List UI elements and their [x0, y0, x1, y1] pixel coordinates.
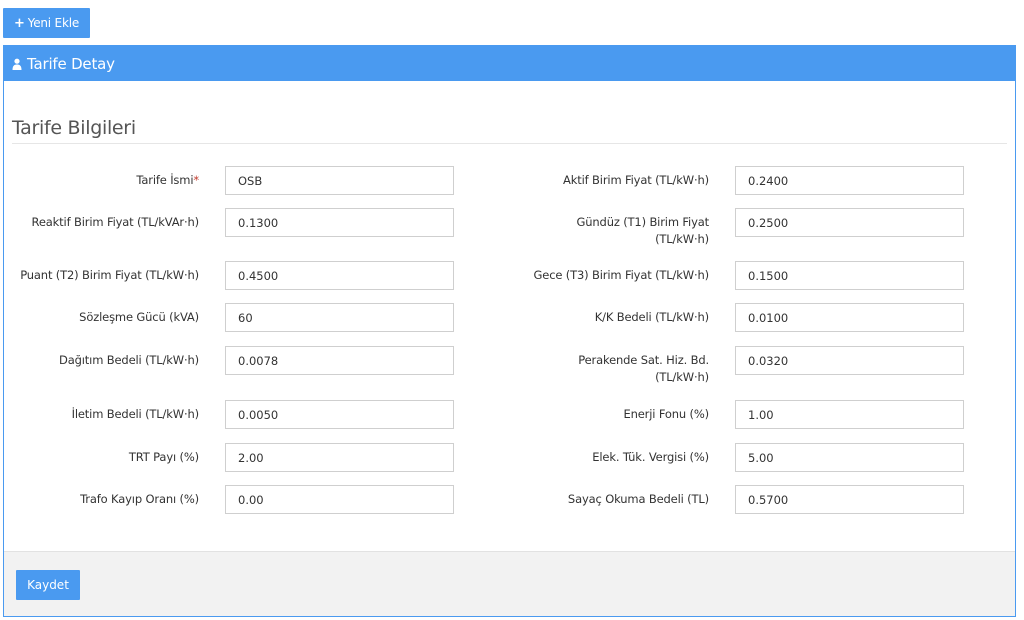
- section-divider: [12, 143, 1007, 144]
- contract-power-label: Sözleşme Gücü (kVA): [79, 310, 199, 324]
- kk-fee-label: K/K Bedeli (TL/kW·h): [594, 310, 709, 324]
- transformer-loss-label: Trafo Kayıp Oranı (%): [80, 492, 199, 506]
- retail-service-fee-input[interactable]: [735, 346, 964, 375]
- night-t3-price-label: Gece (T3) Birim Fiyat (TL/kW·h): [533, 268, 710, 282]
- meter-reading-fee-label: Sayaç Okuma Bedeli (TL): [567, 492, 709, 506]
- reactive-unit-price-input[interactable]: [225, 208, 454, 237]
- reactive-unit-price-label: Reaktif Birim Fiyat (TL/kVAr·h): [31, 215, 200, 229]
- panel-title: Tarife Detay: [27, 54, 115, 73]
- meter-reading-fee-input[interactable]: [735, 485, 964, 514]
- night-t3-price-input[interactable]: [735, 261, 964, 290]
- daytime-t1-price-label: Gündüz (T1) Birim Fiyat (TL/kW·h): [576, 215, 710, 246]
- panel-footer: Kaydet: [4, 551, 1015, 616]
- new-add-button[interactable]: + Yeni Ekle: [3, 8, 90, 38]
- active-unit-price-input[interactable]: [735, 166, 964, 195]
- panel-header: Tarife Detay: [4, 46, 1015, 81]
- save-button[interactable]: Kaydet: [16, 570, 80, 600]
- distribution-fee-label: Dağıtım Bedeli (TL/kW·h): [59, 353, 199, 367]
- energy-fund-input[interactable]: [735, 400, 964, 429]
- transmission-fee-input[interactable]: [225, 400, 454, 429]
- energy-fund-label: Enerji Fonu (%): [623, 407, 709, 421]
- contract-power-input[interactable]: [225, 303, 454, 332]
- active-unit-price-label: Aktif Birim Fiyat (TL/kW·h): [563, 173, 709, 187]
- tariff-detail-panel: Tarife Detay Tarife Bilgileri Tarife İsm…: [3, 45, 1016, 617]
- trt-share-label: TRT Payı (%): [128, 450, 199, 464]
- peak-t2-price-label: Puant (T2) Birim Fiyat (TL/kW·h): [20, 268, 199, 282]
- required-mark: *: [193, 173, 199, 187]
- section-title: Tarife Bilgileri: [12, 117, 136, 139]
- user-icon: [12, 58, 22, 70]
- trt-share-input[interactable]: [225, 443, 454, 472]
- tariff-name-label: Tarife İsmi*: [136, 173, 199, 187]
- tariff-name-input[interactable]: [225, 166, 454, 195]
- kk-fee-input[interactable]: [735, 303, 964, 332]
- electricity-tax-input[interactable]: [735, 443, 964, 472]
- electricity-tax-label: Elek. Tük. Vergisi (%): [592, 450, 709, 464]
- peak-t2-price-input[interactable]: [225, 261, 454, 290]
- new-add-label: Yeni Ekle: [27, 16, 80, 30]
- transmission-fee-label: İletim Bedeli (TL/kW·h): [71, 407, 200, 421]
- daytime-t1-price-input[interactable]: [735, 208, 964, 237]
- plus-icon: +: [13, 15, 25, 31]
- transformer-loss-input[interactable]: [225, 485, 454, 514]
- distribution-fee-input[interactable]: [225, 346, 454, 375]
- retail-service-fee-label: Perakende Sat. Hiz. Bd. (TL/kW·h): [578, 353, 709, 384]
